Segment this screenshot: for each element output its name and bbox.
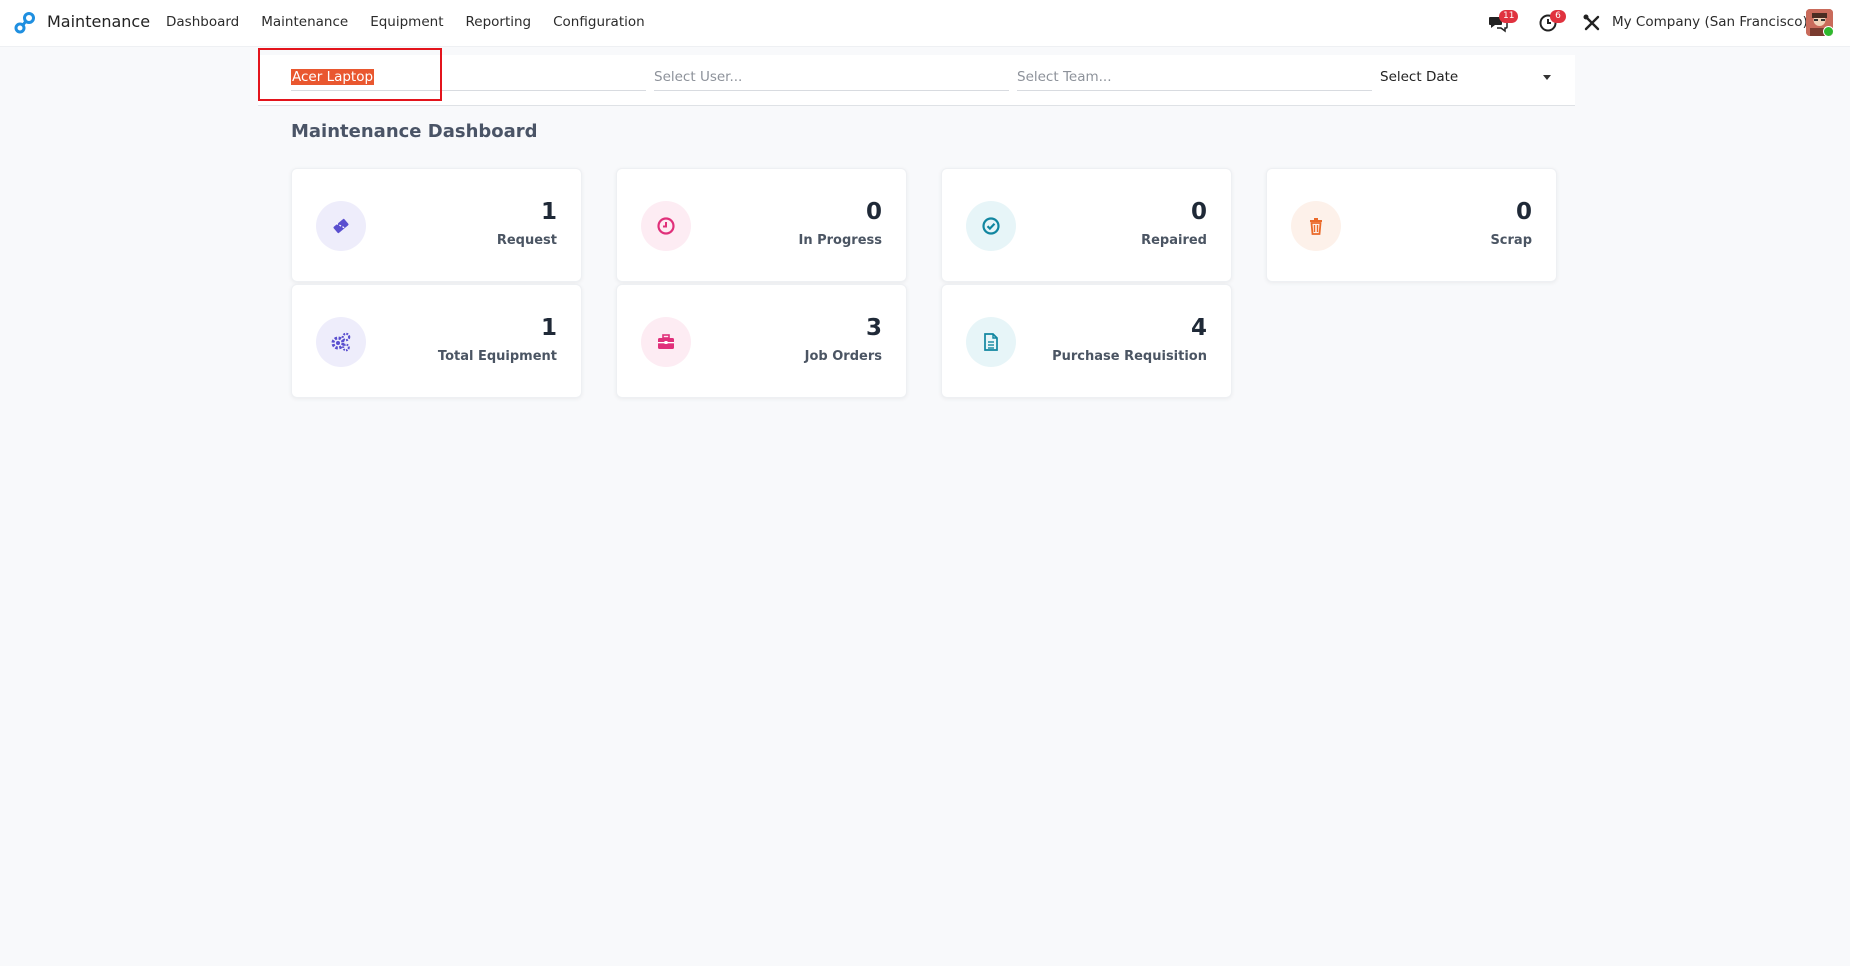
chevron-down-icon[interactable] bbox=[1543, 75, 1551, 80]
card-label: Job Orders bbox=[804, 349, 882, 364]
card-value: 4 bbox=[1190, 315, 1207, 341]
document-icon bbox=[966, 317, 1016, 367]
menu-reporting[interactable]: Reporting bbox=[465, 14, 531, 30]
maintenance-app-icon[interactable] bbox=[14, 12, 36, 34]
card-in-progress[interactable]: 0 In Progress bbox=[616, 168, 907, 282]
trash-icon bbox=[1291, 201, 1341, 251]
card-label: Request bbox=[496, 233, 557, 248]
menu-configuration[interactable]: Configuration bbox=[553, 14, 645, 30]
briefcase-icon bbox=[641, 317, 691, 367]
clock-icon bbox=[641, 201, 691, 251]
card-request[interactable]: 1 Request bbox=[291, 168, 582, 282]
equipment-filter-input[interactable]: Acer Laptop bbox=[291, 64, 646, 91]
card-label: Purchase Requisition bbox=[1052, 349, 1207, 364]
activities-badge: 6 bbox=[1550, 10, 1566, 23]
menu-maintenance[interactable]: Maintenance bbox=[261, 14, 348, 30]
date-filter-value: Select Date bbox=[1380, 69, 1459, 85]
equipment-filter-value: Acer Laptop bbox=[291, 69, 375, 85]
user-avatar[interactable] bbox=[1806, 9, 1833, 36]
card-purchase-requisition[interactable]: 4 Purchase Requisition bbox=[941, 284, 1232, 398]
check-circle-icon bbox=[966, 201, 1016, 251]
user-filter-input[interactable]: Select User... bbox=[654, 64, 1009, 91]
online-status-dot bbox=[1823, 26, 1833, 36]
tools-icon[interactable] bbox=[1582, 13, 1602, 33]
gears-icon bbox=[316, 317, 366, 367]
menu-dashboard[interactable]: Dashboard bbox=[166, 14, 239, 30]
main-menu: Dashboard Maintenance Equipment Reportin… bbox=[166, 14, 645, 30]
menu-equipment[interactable]: Equipment bbox=[370, 14, 443, 30]
filter-bar: Acer Laptop Select User... Select Team..… bbox=[258, 55, 1575, 106]
card-value: 1 bbox=[540, 315, 557, 341]
card-label: Total Equipment bbox=[437, 349, 557, 364]
card-value: 0 bbox=[1190, 199, 1207, 225]
card-scrap[interactable]: 0 Scrap bbox=[1266, 168, 1557, 282]
card-job-orders[interactable]: 3 Job Orders bbox=[616, 284, 907, 398]
ticket-icon bbox=[316, 201, 366, 251]
top-navbar: Maintenance Dashboard Maintenance Equipm… bbox=[0, 0, 1850, 47]
app-name[interactable]: Maintenance bbox=[47, 12, 150, 31]
team-filter-input[interactable]: Select Team... bbox=[1017, 64, 1372, 91]
company-switcher[interactable]: My Company (San Francisco) bbox=[1612, 14, 1808, 30]
card-label: Repaired bbox=[1141, 233, 1207, 248]
messages-badge: 11 bbox=[1499, 10, 1519, 23]
card-repaired[interactable]: 0 Repaired bbox=[941, 168, 1232, 282]
card-value: 0 bbox=[1515, 199, 1532, 225]
card-label: Scrap bbox=[1490, 233, 1532, 248]
date-filter-select[interactable]: Select Date bbox=[1380, 64, 1550, 90]
card-label: In Progress bbox=[798, 233, 883, 248]
card-value: 0 bbox=[865, 199, 882, 225]
page-title: Maintenance Dashboard bbox=[291, 121, 538, 142]
card-value: 1 bbox=[540, 199, 557, 225]
card-value: 3 bbox=[865, 315, 882, 341]
card-total-equipment[interactable]: 1 Total Equipment bbox=[291, 284, 582, 398]
